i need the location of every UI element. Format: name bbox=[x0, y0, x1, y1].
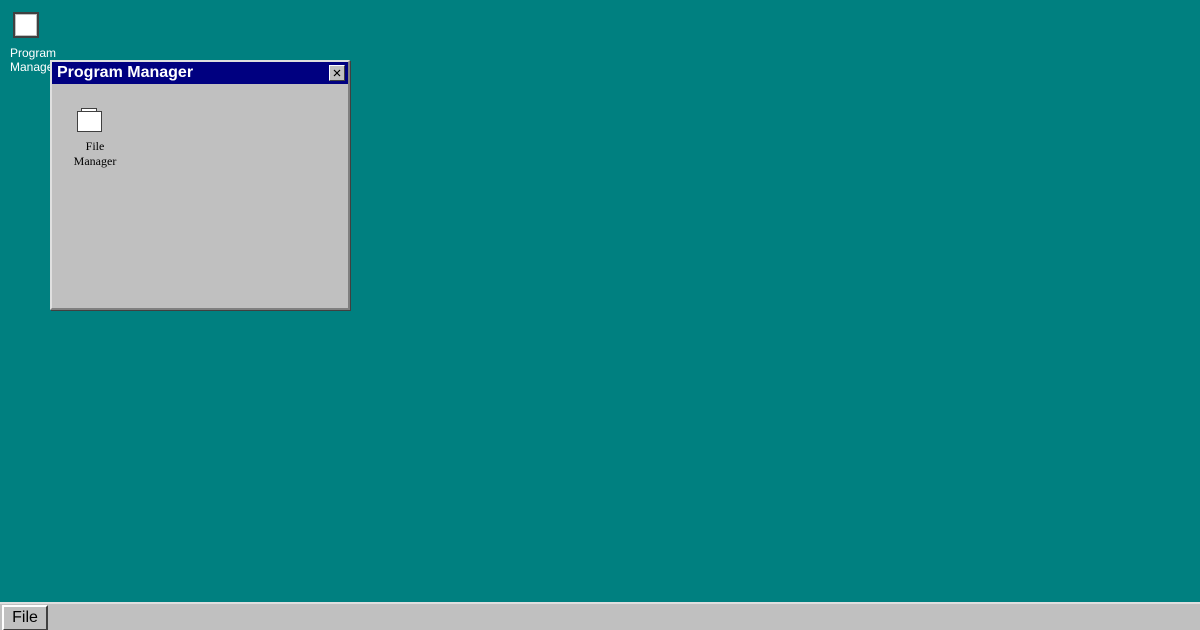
taskbar: File bbox=[0, 602, 1200, 630]
file-manager-icon bbox=[77, 108, 102, 132]
close-button[interactable] bbox=[329, 65, 345, 81]
title-bar[interactable]: Program Manager bbox=[52, 62, 348, 84]
program-icon-file-manager[interactable]: File Manager bbox=[70, 106, 120, 172]
program-manager-window: Program Manager File Manager bbox=[50, 60, 350, 310]
close-icon bbox=[333, 69, 341, 77]
window-body: File Manager bbox=[52, 84, 348, 308]
window-title: Program Manager bbox=[57, 64, 194, 81]
program-icon-label: File Manager bbox=[73, 139, 117, 168]
program-manager-icon bbox=[13, 12, 39, 38]
file-button[interactable]: File bbox=[2, 605, 48, 630]
